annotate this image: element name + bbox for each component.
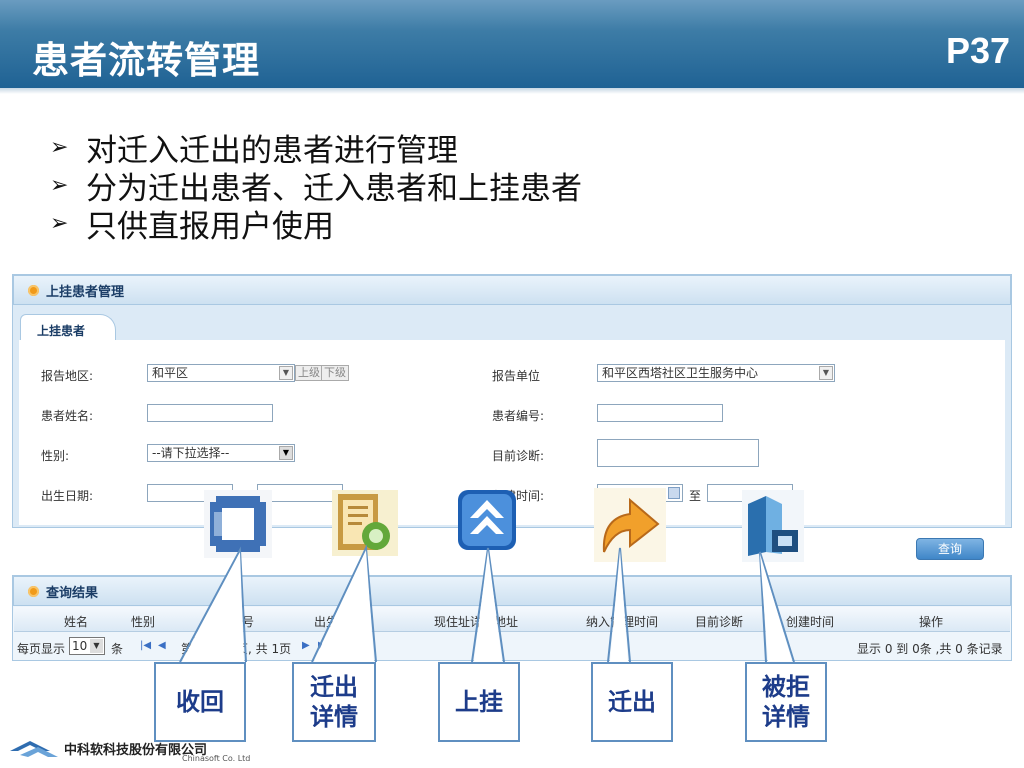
- birth-date-label: 出生日期:: [41, 489, 94, 503]
- chevron-down-icon[interactable]: ▼: [90, 639, 103, 653]
- down-level-button[interactable]: 下级: [321, 365, 349, 381]
- company-subtitle: Chinasoft Co. Ltd: [182, 754, 251, 763]
- column-header: 出生日期: [314, 615, 363, 629]
- pager: 每页显示 10 ▼ 条 |◀ ◀ 第 1 页, 共 1页 ▶ ▶| 显示 0 到…: [14, 633, 1010, 660]
- patient-name-label: 患者姓名:: [41, 409, 94, 423]
- first-page-icon[interactable]: |◀: [140, 640, 151, 651]
- transfer-out-details-icon[interactable]: [330, 488, 400, 558]
- calendar-icon[interactable]: [668, 487, 680, 499]
- search-panel-header: 上挂患者管理: [13, 275, 1011, 305]
- bullet-list: ➢ 对迁入迁出的患者进行管理 ➢ 分为迁出患者、迁入患者和上挂患者 ➢ 只供直报…: [50, 128, 582, 245]
- to-label: 至: [689, 489, 702, 503]
- results-panel: 查询结果 姓名 性别 患者编号 出生日期 现住址详细地址 纳入管理时间 目前诊断…: [12, 575, 1012, 661]
- per-page-label: 每页显示: [17, 642, 66, 656]
- bullet-text: 只供直报用户使用: [86, 208, 334, 245]
- unit-label: 报告单位: [492, 369, 541, 383]
- column-header: 性别: [131, 615, 156, 629]
- unit-value: 和平区西塔社区卫生服务中心: [602, 366, 759, 380]
- page-input[interactable]: 1: [194, 637, 228, 655]
- diagnosis-input[interactable]: [597, 439, 759, 467]
- chevron-down-icon[interactable]: ▼: [819, 366, 833, 380]
- arrow-bullet-icon: ➢: [50, 210, 69, 236]
- column-header: 操作: [919, 615, 944, 629]
- table-header: 姓名 性别 患者编号 出生日期 现住址详细地址 纳入管理时间 目前诊断 创建时间…: [14, 607, 1010, 632]
- unit-select[interactable]: 和平区西塔社区卫生服务中心 ▼: [597, 364, 835, 382]
- up-level-button[interactable]: 上级: [295, 365, 323, 381]
- column-header: 纳入管理时间: [586, 615, 659, 629]
- per-page-unit: 条: [111, 642, 124, 656]
- callout-label: 被拒 详情: [762, 673, 810, 731]
- gender-value: --请下拉选择--: [152, 446, 230, 460]
- results-panel-header: 查询结果: [13, 576, 1011, 606]
- page-value: 1: [197, 639, 205, 653]
- region-value: 和平区: [152, 366, 189, 380]
- callout-label: 上挂: [455, 688, 503, 716]
- results-panel-title: 查询结果: [46, 585, 99, 601]
- per-page-value: 10: [72, 639, 88, 653]
- per-page-select[interactable]: 10 ▼: [69, 637, 105, 655]
- page-number: P37: [945, 30, 1010, 71]
- callout-rejected-details: 被拒 详情: [745, 662, 827, 742]
- bullet-item: ➢ 只供直报用户使用: [50, 204, 582, 245]
- patient-name-input[interactable]: [147, 404, 273, 422]
- page-suffix: 页, 共 1页: [236, 642, 292, 656]
- bullet-item: ➢ 对迁入迁出的患者进行管理: [50, 128, 582, 169]
- panel-bullet-icon: [28, 585, 39, 597]
- rejected-details-icon[interactable]: [742, 490, 804, 562]
- transfer-out-icon[interactable]: [594, 488, 666, 562]
- chevron-down-icon[interactable]: ▼: [279, 366, 293, 380]
- patient-code-input[interactable]: [597, 404, 723, 422]
- tab-bar: 上挂患者: [14, 306, 1010, 341]
- column-header: 患者编号: [206, 615, 255, 629]
- column-header: 创建时间: [786, 615, 835, 629]
- arrow-bullet-icon: ➢: [50, 172, 69, 198]
- gender-select[interactable]: --请下拉选择-- ▼: [147, 444, 295, 462]
- region-label: 报告地区:: [41, 369, 94, 383]
- callout-transfer-out-details: 迁出 详情: [292, 662, 376, 742]
- arrow-bullet-icon: ➢: [50, 134, 69, 160]
- record-summary: 显示 0 到 0条 ,共 0 条记录: [857, 642, 1003, 656]
- panel-bullet-icon: [28, 284, 39, 296]
- callout-label: 收回: [176, 688, 224, 716]
- callout-transfer-out: 迁出: [591, 662, 673, 742]
- diagnosis-label: 目前诊断:: [492, 449, 545, 463]
- query-button[interactable]: 查询: [916, 538, 984, 560]
- region-select[interactable]: 和平区 ▼: [147, 364, 295, 382]
- last-page-icon[interactable]: ▶|: [318, 640, 329, 651]
- bullet-item: ➢ 分为迁出患者、迁入患者和上挂患者: [50, 166, 582, 207]
- column-header: 姓名: [64, 615, 89, 629]
- search-panel-title: 上挂患者管理: [46, 284, 125, 300]
- slide-title: 患者流转管理: [32, 39, 260, 82]
- column-header: 目前诊断: [695, 615, 744, 629]
- tab-upload-patients[interactable]: 上挂患者: [20, 314, 116, 341]
- retract-icon[interactable]: [202, 488, 274, 560]
- callout-retract: 收回: [154, 662, 246, 742]
- prev-page-icon[interactable]: ◀: [158, 640, 166, 651]
- patient-code-label: 患者编号:: [492, 409, 545, 423]
- upload-icon[interactable]: [456, 488, 518, 552]
- callout-label: 迁出 详情: [310, 673, 358, 731]
- company-logo-icon: [10, 741, 58, 757]
- next-page-icon[interactable]: ▶: [302, 640, 310, 651]
- callout-label: 迁出: [608, 688, 656, 716]
- callout-upload: 上挂: [438, 662, 520, 742]
- slide-header: 患者流转管理 P37: [0, 0, 1024, 94]
- column-header: 现住址详细地址: [434, 615, 519, 629]
- page-prefix: 第: [181, 642, 194, 656]
- chevron-down-icon[interactable]: ▼: [279, 446, 293, 460]
- gender-label: 性别:: [41, 449, 70, 463]
